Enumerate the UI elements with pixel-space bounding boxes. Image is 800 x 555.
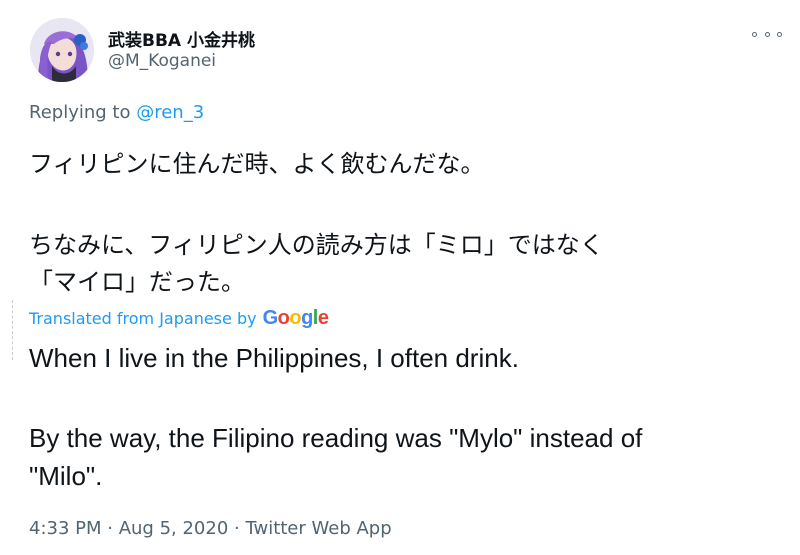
tweet-card: 武装BBA 小金井桃 @M_Koganei Replying to @ren_3… (0, 0, 800, 555)
tweet-text-line: フィリピンに住んだ時、よく飲むんだな。 (29, 150, 485, 178)
reply-mention-link[interactable]: @ren_3 (136, 102, 204, 123)
translated-text-line: When I live in the Philippines, I often … (29, 343, 519, 373)
more-options-icon[interactable] (752, 27, 782, 41)
avatar[interactable] (30, 18, 94, 82)
tweet-text-line: 「マイロ」だった。 (29, 268, 245, 296)
translation-attribution[interactable]: Translated from Japanese by Google (29, 307, 329, 330)
google-logo: Google (262, 307, 329, 329)
tweet-metadata: 4:33 PM · Aug 5, 2020 · Twitter Web App (29, 518, 392, 539)
dot (752, 31, 757, 37)
translated-text-line: "Milo". (29, 461, 103, 491)
translation-label: Translated from Japanese by (29, 309, 257, 328)
tweet-date[interactable]: Aug 5, 2020 (119, 518, 229, 539)
separator: · (228, 518, 246, 539)
dot (777, 31, 782, 37)
translated-text-line: By the way, the Filipino reading was "My… (29, 423, 643, 453)
replying-to-label: Replying to (29, 102, 137, 123)
avatar-image (30, 18, 94, 82)
replying-to: Replying to @ren_3 (29, 102, 204, 123)
separator: · (101, 518, 119, 539)
tweet-source[interactable]: Twitter Web App (245, 518, 391, 539)
user-handle[interactable]: @M_Koganei (108, 51, 216, 71)
tweet-text-line: ちなみに、フィリピン人の読み方は「ミロ」ではなく (29, 231, 604, 259)
display-name[interactable]: 武装BBA 小金井桃 (108, 26, 255, 51)
tweet-time[interactable]: 4:33 PM (29, 518, 102, 539)
dot (764, 31, 770, 37)
